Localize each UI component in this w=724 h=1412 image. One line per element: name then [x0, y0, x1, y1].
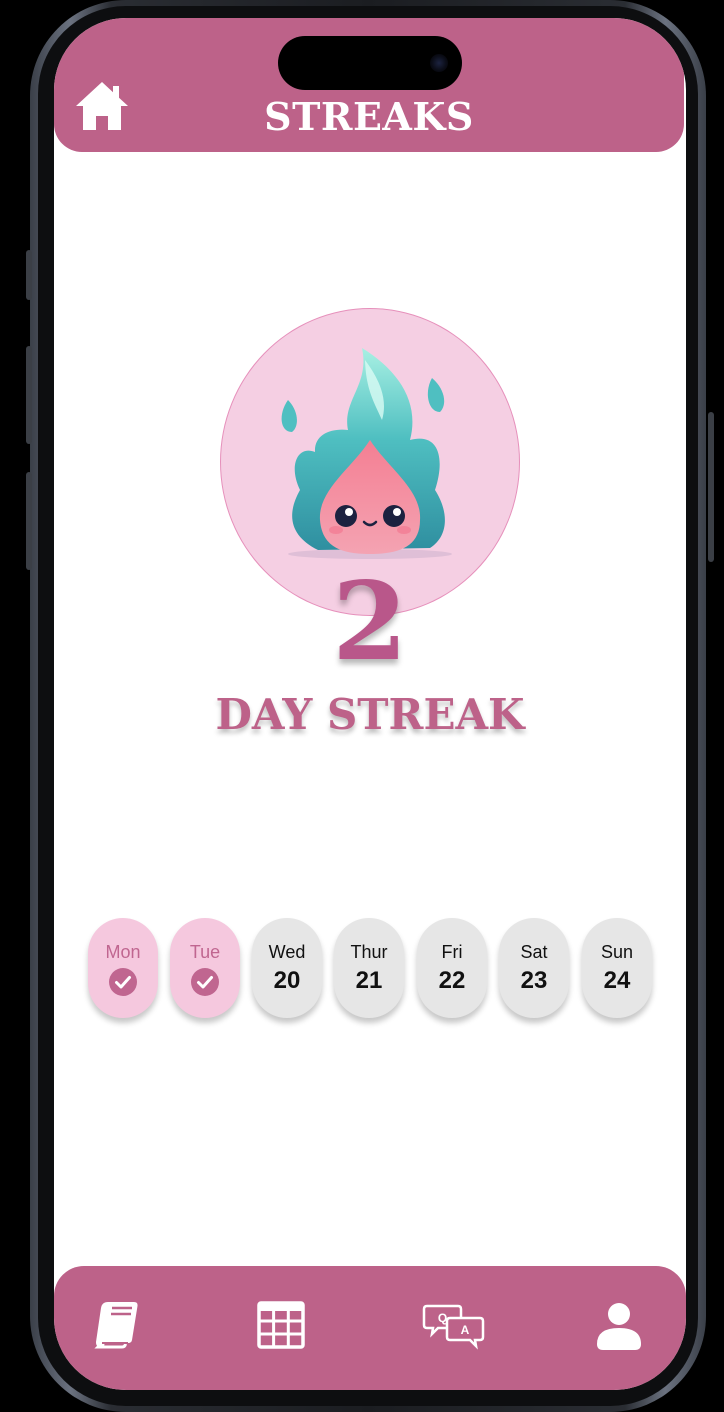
day-date: 22	[438, 967, 466, 994]
nav-calendar[interactable]	[254, 1298, 308, 1352]
qa-chat-icon: Q A	[422, 1304, 485, 1350]
check-icon	[109, 968, 137, 996]
camera-icon	[430, 54, 448, 72]
day-pill-3[interactable]: Thur 21	[334, 918, 404, 1018]
streak-label: DAY STREAK	[215, 690, 525, 739]
day-pill-0[interactable]: Mon	[88, 918, 158, 1018]
streak-count: 2	[332, 559, 408, 685]
svg-text:A: A	[461, 1323, 470, 1337]
book-icon	[94, 1302, 138, 1349]
page-title: STREAKS	[264, 94, 474, 139]
day-name: Tue	[189, 942, 221, 962]
day-date: 24	[603, 967, 631, 994]
day-date: 20	[273, 967, 301, 994]
day-date: 23	[520, 967, 548, 994]
nav-qa[interactable]: Q A	[422, 1298, 486, 1352]
nav-profile[interactable]	[592, 1298, 646, 1352]
action-button	[26, 250, 32, 300]
check-icon	[191, 968, 219, 996]
profile-icon	[597, 1303, 641, 1350]
calendar-grid-icon	[257, 1301, 305, 1349]
day-name: Mon	[105, 942, 141, 962]
day-name: Sun	[600, 942, 634, 962]
volume-down-button	[26, 472, 32, 570]
day-pill-2[interactable]: Wed 20	[252, 918, 322, 1018]
day-pill-4[interactable]: Fri 22	[417, 918, 487, 1018]
day-pill-1[interactable]: Tue	[170, 918, 240, 1018]
day-name: Sat	[520, 942, 548, 962]
power-button	[708, 412, 714, 562]
day-pill-5[interactable]: Sat 23	[499, 918, 569, 1018]
day-pill-6[interactable]: Sun 24	[582, 918, 652, 1018]
day-date: 21	[355, 967, 383, 994]
day-name: Fri	[441, 942, 463, 962]
flame-mascot-icon	[281, 348, 452, 559]
day-name: Wed	[268, 942, 306, 962]
dynamic-island	[278, 36, 462, 90]
bottom-nav: Q A	[54, 1266, 686, 1390]
day-name: Thur	[350, 942, 388, 962]
app-screen: STREAKS 2 DAY STREAK Mon Tue Wed 20 Thur…	[54, 18, 686, 1390]
nav-journal[interactable]	[90, 1298, 144, 1352]
week-tracker: Mon Tue Wed 20 Thur 21 Fri 22 Sat 23 Sun…	[88, 918, 658, 1018]
volume-up-button	[26, 346, 32, 444]
